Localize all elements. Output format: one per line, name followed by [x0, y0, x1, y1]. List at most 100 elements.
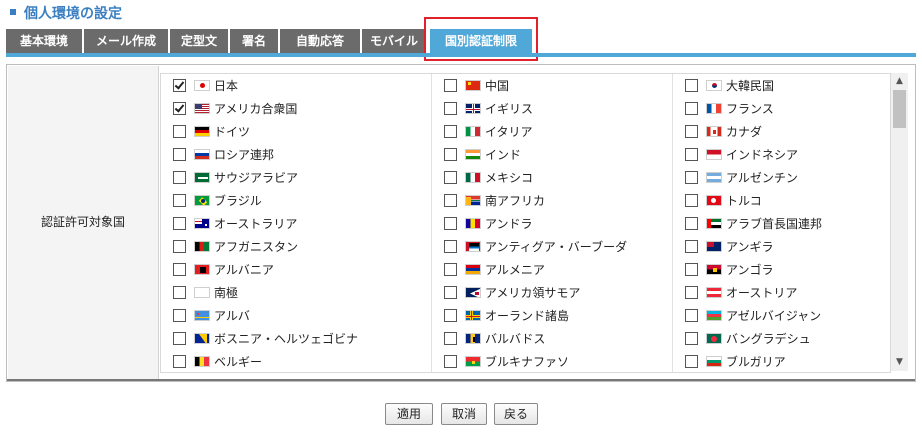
country-checkbox[interactable] — [444, 217, 457, 230]
country-checkbox[interactable] — [444, 332, 457, 345]
country-checkbox[interactable] — [685, 148, 698, 161]
country-checkbox[interactable] — [685, 240, 698, 253]
country-checkbox[interactable] — [173, 171, 186, 184]
country-option[interactable]: アンギラ — [673, 235, 890, 258]
tab-templates[interactable]: 定型文 — [170, 29, 228, 53]
country-option[interactable]: アンティグア・バーブーダ — [432, 235, 673, 258]
country-option[interactable]: イタリア — [432, 120, 673, 143]
country-option[interactable]: ベルギー — [161, 350, 432, 372]
country-option[interactable]: トルコ — [673, 189, 890, 212]
country-option[interactable]: サウジアラビア — [161, 166, 432, 189]
country-checkbox[interactable] — [173, 286, 186, 299]
country-checkbox[interactable] — [685, 102, 698, 115]
flag-jp-icon — [194, 80, 210, 91]
tab-basic[interactable]: 基本環境 — [6, 29, 82, 53]
country-option[interactable]: アフガニスタン — [161, 235, 432, 258]
country-checkbox[interactable] — [685, 286, 698, 299]
country-name: インドネシア — [726, 148, 799, 162]
panel-bottom-border — [7, 379, 915, 381]
country-name: アメリカ領サモア — [485, 286, 581, 300]
country-checkbox[interactable] — [173, 332, 186, 345]
country-checkbox[interactable] — [685, 309, 698, 322]
country-option[interactable]: 中国 — [432, 74, 673, 97]
country-option[interactable]: バングラデシュ — [673, 327, 890, 350]
tab-mail-compose[interactable]: メール作成 — [84, 29, 168, 53]
country-checkbox[interactable] — [173, 263, 186, 276]
country-checkbox[interactable] — [444, 194, 457, 207]
country-checkbox[interactable] — [685, 171, 698, 184]
country-option[interactable]: アンドラ — [432, 212, 673, 235]
country-checkbox[interactable] — [685, 217, 698, 230]
country-checkbox[interactable] — [685, 194, 698, 207]
country-option[interactable]: イギリス — [432, 97, 673, 120]
country-checkbox[interactable] — [685, 355, 698, 368]
country-checkbox[interactable] — [173, 217, 186, 230]
country-option[interactable]: アルバ — [161, 304, 432, 327]
cancel-button[interactable]: 取消 — [441, 403, 487, 425]
tab-mobile[interactable]: モバイル — [362, 29, 426, 53]
country-option[interactable]: 大韓民国 — [673, 74, 890, 97]
country-checkbox[interactable] — [173, 355, 186, 368]
scrollbar[interactable]: ▲ ▼ — [891, 73, 908, 371]
country-checkbox[interactable] — [685, 332, 698, 345]
apply-button[interactable]: 適用 — [385, 403, 433, 425]
country-checkbox[interactable] — [444, 171, 457, 184]
country-option[interactable]: ボスニア・ヘルツェゴビナ — [161, 327, 432, 350]
back-button[interactable]: 戻る — [494, 403, 538, 425]
country-option[interactable]: インドネシア — [673, 143, 890, 166]
country-checkbox[interactable] — [173, 102, 186, 115]
country-checkbox[interactable] — [444, 286, 457, 299]
country-option[interactable]: アメリカ領サモア — [432, 281, 673, 304]
country-checkbox[interactable] — [444, 240, 457, 253]
country-checkbox[interactable] — [173, 194, 186, 207]
country-option[interactable]: ロシア連邦 — [161, 143, 432, 166]
country-checkbox[interactable] — [685, 125, 698, 138]
country-option[interactable]: アルバニア — [161, 258, 432, 281]
country-checkbox[interactable] — [173, 309, 186, 322]
country-option[interactable]: ブルキナファソ — [432, 350, 673, 372]
country-checkbox[interactable] — [173, 79, 186, 92]
scrollbar-thumb[interactable] — [893, 90, 906, 128]
country-checkbox[interactable] — [444, 79, 457, 92]
country-row: ボスニア・ヘルツェゴビナ バルバドス バングラデシュ — [161, 327, 890, 350]
country-option[interactable]: フランス — [673, 97, 890, 120]
country-option[interactable]: アルメニア — [432, 258, 673, 281]
country-checkbox[interactable] — [444, 125, 457, 138]
country-checkbox[interactable] — [173, 125, 186, 138]
country-name: アルゼンチン — [726, 171, 798, 185]
country-checkbox[interactable] — [444, 355, 457, 368]
country-option[interactable]: 南アフリカ — [432, 189, 673, 212]
country-checkbox[interactable] — [173, 240, 186, 253]
country-checkbox[interactable] — [173, 148, 186, 161]
country-option[interactable]: アラブ首長国連邦 — [673, 212, 890, 235]
country-option[interactable]: オーランド諸島 — [432, 304, 673, 327]
country-checkbox[interactable] — [444, 263, 457, 276]
tab-signature[interactable]: 署名 — [230, 29, 278, 53]
tab-auto-reply[interactable]: 自動応答 — [280, 29, 360, 53]
country-name: バングラデシュ — [726, 332, 811, 346]
country-option[interactable]: アゼルバイジャン — [673, 304, 890, 327]
country-option[interactable]: カナダ — [673, 120, 890, 143]
country-option[interactable]: バルバドス — [432, 327, 673, 350]
country-option[interactable]: ブルガリア — [673, 350, 890, 372]
page-title-text: 個人環境の設定 — [24, 6, 122, 22]
country-option[interactable]: インド — [432, 143, 673, 166]
country-option[interactable]: アメリカ合衆国 — [161, 97, 432, 120]
country-option[interactable]: アンゴラ — [673, 258, 890, 281]
country-option[interactable]: アルゼンチン — [673, 166, 890, 189]
country-option[interactable]: 日本 — [161, 74, 432, 97]
country-option[interactable]: オーストリア — [673, 281, 890, 304]
country-option[interactable]: オーストラリア — [161, 212, 432, 235]
scroll-down-icon[interactable]: ▼ — [891, 354, 908, 371]
country-name: ロシア連邦 — [214, 148, 275, 162]
country-option[interactable]: メキシコ — [432, 166, 673, 189]
country-checkbox[interactable] — [685, 79, 698, 92]
country-checkbox[interactable] — [685, 263, 698, 276]
country-option[interactable]: ドイツ — [161, 120, 432, 143]
country-checkbox[interactable] — [444, 102, 457, 115]
country-option[interactable]: 南極 — [161, 281, 432, 304]
country-checkbox[interactable] — [444, 309, 457, 322]
country-option[interactable]: ブラジル — [161, 189, 432, 212]
country-checkbox[interactable] — [444, 148, 457, 161]
scroll-up-icon[interactable]: ▲ — [891, 73, 908, 90]
